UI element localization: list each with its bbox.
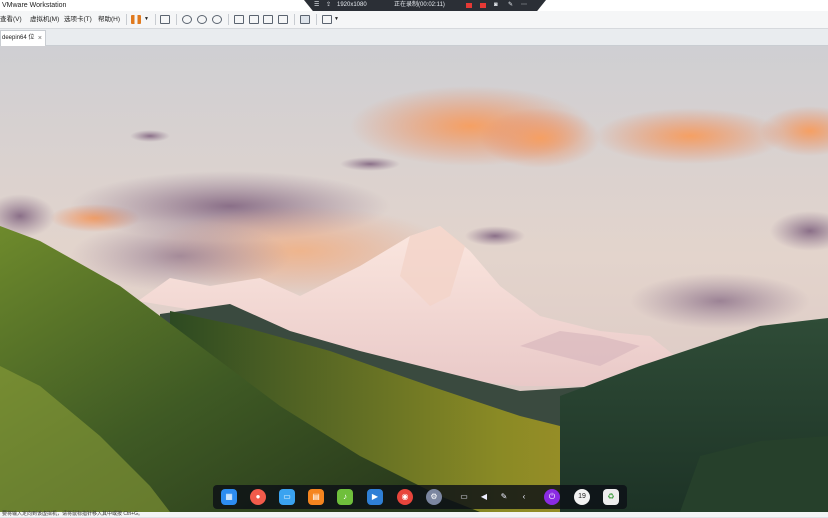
stretch-dropdown-icon[interactable]: ▼: [334, 11, 339, 28]
menu-vm[interactable]: 虚拟机(M): [30, 11, 59, 28]
recording-label: 正在录制: [394, 2, 419, 8]
snapshot-manager-icon[interactable]: [212, 15, 222, 24]
toolbar-divider: [316, 14, 317, 25]
resolution-label[interactable]: 1920x1080: [337, 0, 367, 11]
unity-icon[interactable]: [278, 15, 288, 24]
thumbnail-icon[interactable]: [249, 15, 259, 24]
taskbar-dock: ▦ ● ▭ ▤ ♪ ▶ ◉ ⚙ ▭ ◀ ✎ ‹ ⏻ 19 ♻: [213, 485, 627, 509]
file-manager-icon[interactable]: ▭: [279, 489, 295, 505]
tab-deepin[interactable]: deepin64 位 ×: [0, 30, 46, 46]
toolbar-divider: [126, 14, 127, 25]
guest-desktop[interactable]: [0, 46, 828, 512]
launcher-icon[interactable]: ▦: [221, 489, 237, 505]
close-icon[interactable]: ×: [38, 31, 42, 46]
recording-time: (00:02:11): [418, 2, 445, 8]
monitor-icon[interactable]: ▭: [458, 491, 470, 503]
music-icon[interactable]: ♪: [337, 489, 353, 505]
tab-bar: deepin64 位 ×: [0, 29, 828, 46]
settings-icon[interactable]: ⚙: [426, 489, 442, 505]
pause-dropdown-icon[interactable]: ▼: [144, 11, 149, 28]
toolbar-divider: [228, 14, 229, 25]
status-bar: 要将输入定向到该虚拟机，请将鼠标指针移入其中或按 Ctrl+G。: [0, 511, 828, 517]
menu-icon[interactable]: ☰: [314, 0, 319, 11]
desktop-wallpaper: [0, 46, 828, 512]
pin-icon[interactable]: ⇪: [326, 0, 331, 11]
video-player-icon[interactable]: ▶: [367, 489, 383, 505]
tab-label: deepin64 位: [2, 35, 35, 41]
menu-help[interactable]: 帮助(H): [98, 11, 120, 28]
full-screen-icon[interactable]: [263, 15, 273, 24]
screen-recorder-icon[interactable]: ●: [250, 489, 266, 505]
pause-vm-icon[interactable]: [131, 15, 141, 24]
stop-record-icon[interactable]: [480, 3, 486, 8]
menu-bar: 查看(V) 虚拟机(M) 选项卡(T) 帮助(H) ▼ ▼: [0, 11, 828, 29]
app-title: VMware Workstation: [2, 2, 67, 9]
pause-record-icon[interactable]: [466, 3, 472, 8]
app-store-icon[interactable]: ▤: [308, 489, 324, 505]
revert-snapshot-icon[interactable]: [197, 15, 207, 24]
send-ctrl-alt-del-icon[interactable]: [160, 15, 170, 24]
menu-tabs[interactable]: 选项卡(T): [64, 11, 92, 28]
stretch-icon[interactable]: [322, 15, 332, 24]
toolbar-divider: [155, 14, 156, 25]
more-icon[interactable]: ⋯: [521, 0, 527, 11]
menu-view[interactable]: 查看(V): [0, 11, 22, 28]
power-icon[interactable]: ⏻: [544, 489, 560, 505]
pen-icon[interactable]: ✎: [508, 0, 513, 11]
chrome-icon[interactable]: ◉: [397, 489, 413, 505]
console-view-icon[interactable]: [300, 15, 310, 24]
collapse-icon[interactable]: ‹: [518, 491, 530, 503]
clock-icon[interactable]: 19: [574, 489, 590, 505]
toolbar-divider: [176, 14, 177, 25]
trash-icon[interactable]: ♻: [603, 489, 619, 505]
pen-icon[interactable]: ✎: [498, 491, 510, 503]
volume-icon[interactable]: ◀: [478, 491, 490, 503]
snapshot-icon[interactable]: [182, 15, 192, 24]
library-icon[interactable]: [234, 15, 244, 24]
toolbar-divider: [294, 14, 295, 25]
camera-icon[interactable]: ◙: [494, 0, 498, 11]
